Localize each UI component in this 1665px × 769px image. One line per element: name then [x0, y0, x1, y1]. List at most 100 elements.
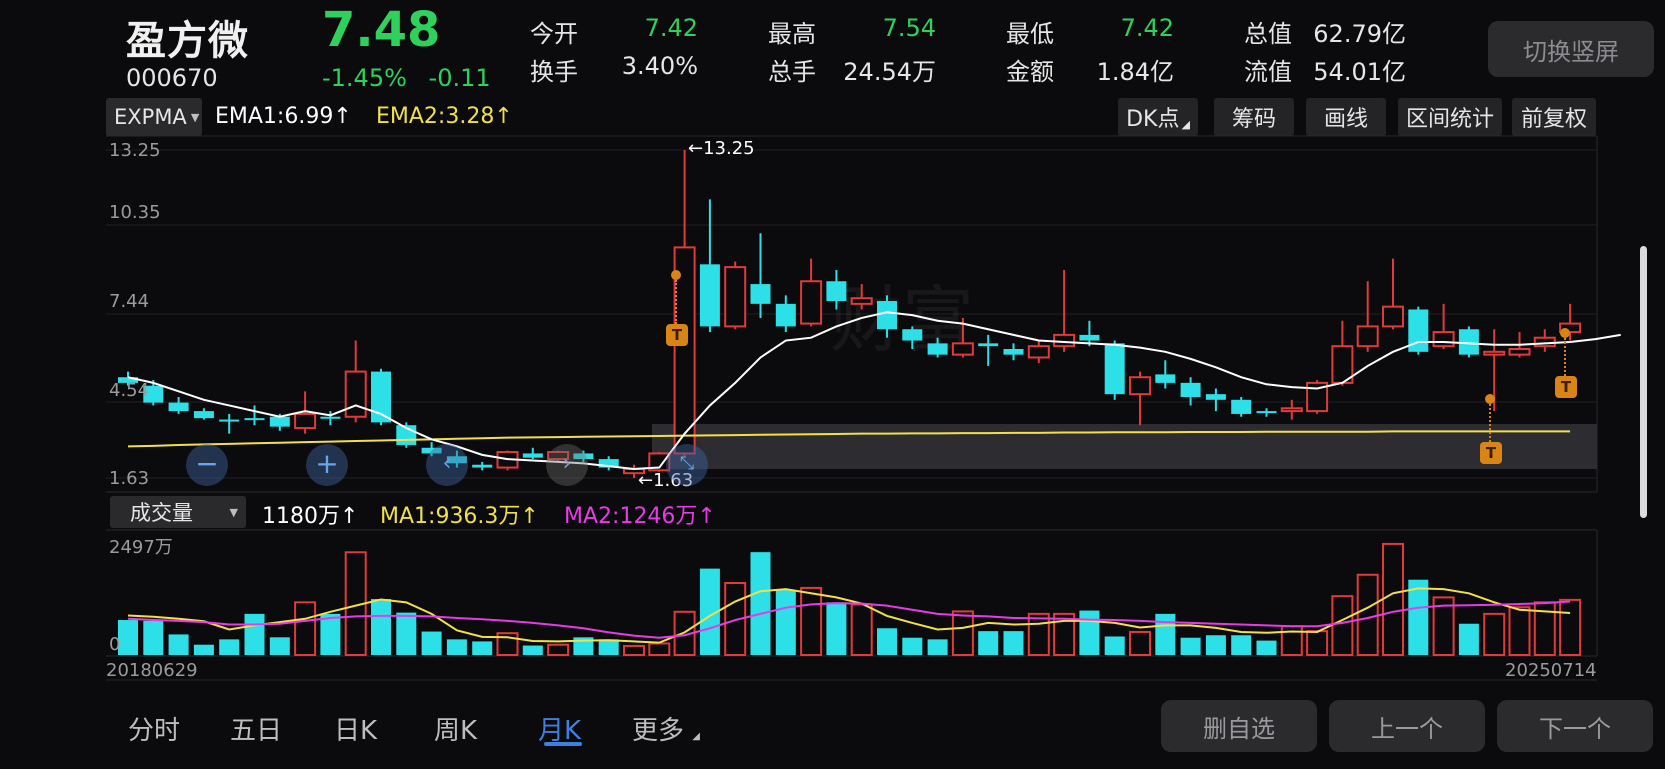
volume-indicator-selector[interactable]: 成交量 ▼ — [110, 496, 246, 528]
volume-bar — [1356, 573, 1379, 657]
next-button[interactable]: 下一个 — [1497, 700, 1653, 752]
candle-body — [850, 297, 873, 305]
vertical-scrollbar[interactable] — [1640, 246, 1647, 518]
t-signal-marker[interactable]: T — [666, 270, 688, 348]
ma2-line — [127, 600, 1571, 639]
candle-body — [1003, 349, 1024, 355]
candle — [1053, 269, 1076, 352]
remove-favorite-button[interactable]: 删自选 — [1161, 700, 1317, 752]
candle-body — [800, 280, 823, 325]
volume-bar — [547, 643, 570, 656]
candle — [1003, 343, 1024, 361]
volume-bar — [1331, 595, 1354, 657]
candle-body — [1432, 331, 1455, 348]
tab-intraday[interactable]: 分时 — [128, 710, 180, 747]
volume-bar — [421, 631, 442, 655]
volume-bar — [472, 641, 493, 655]
volume-bar — [1256, 640, 1277, 655]
scroll-left-icon[interactable]: ‹ — [426, 444, 468, 486]
volume-bar — [951, 610, 974, 656]
fullscreen-icon[interactable]: ⤡ — [666, 444, 708, 486]
ma1-legend: MA1:936.3万↑ — [380, 504, 539, 529]
candle-body — [927, 343, 948, 355]
candle-body — [1180, 382, 1201, 397]
candle — [344, 340, 367, 423]
candle-body — [1256, 411, 1277, 414]
previous-button[interactable]: 上一个 — [1329, 700, 1485, 752]
volume-bar — [1408, 579, 1429, 655]
candle — [775, 295, 796, 333]
candle-body — [1483, 350, 1506, 356]
start-date: 20180629 — [106, 660, 198, 681]
volume-bar — [269, 637, 290, 655]
candle — [1458, 326, 1479, 358]
volume-label: 成交量 — [130, 501, 193, 525]
candle-body — [902, 329, 923, 341]
volume-bar — [143, 620, 164, 655]
volume-bar — [371, 599, 391, 655]
volume-axis-max: 2497万 — [109, 537, 173, 558]
candle-body — [699, 264, 720, 327]
candle-body — [1382, 305, 1404, 328]
zoom-out-button[interactable]: − — [186, 444, 228, 486]
candle — [724, 261, 747, 330]
candle-body — [1458, 329, 1479, 355]
candle-body — [1155, 374, 1176, 383]
volume-bar — [168, 634, 189, 655]
t-icon: T — [1555, 376, 1577, 398]
price-axis-label: 1.63 — [109, 468, 150, 489]
volume-axis-min: 0 — [109, 634, 121, 655]
candle — [396, 422, 417, 448]
candle — [800, 258, 823, 327]
kline-chart[interactable]: 财富 — [0, 0, 1665, 769]
volume-bar — [623, 644, 645, 657]
ma1-line — [127, 587, 1571, 644]
candle-body — [1231, 399, 1252, 414]
scroll-right-icon[interactable]: › — [546, 444, 588, 486]
volume-legend: 1180万↑ — [262, 504, 359, 529]
candle — [522, 447, 543, 460]
candle-body — [750, 284, 771, 304]
candle-body — [1533, 336, 1556, 348]
volume-bar — [902, 637, 923, 655]
candle-body — [978, 343, 999, 347]
volume-bar — [522, 645, 543, 655]
tab-daily-k[interactable]: 日K — [334, 710, 377, 747]
volume-bar — [118, 620, 138, 655]
price-axis-label: 4.54 — [109, 380, 150, 401]
tab-five-day[interactable]: 五日 — [230, 710, 282, 747]
volume-bar — [446, 639, 467, 655]
candle-body — [294, 412, 317, 430]
candle — [1408, 306, 1429, 355]
active-tab-indicator — [544, 742, 582, 746]
candle — [168, 396, 189, 414]
candle-body — [877, 301, 897, 330]
candle — [1104, 340, 1125, 400]
candle-body — [1079, 334, 1100, 341]
candle-body — [168, 402, 189, 412]
volume-bar — [826, 602, 847, 655]
candle — [1382, 258, 1404, 330]
tab-more[interactable]: 更多 ◢ — [632, 710, 700, 747]
price-axis-label: 13.25 — [109, 140, 161, 161]
volume-bar — [396, 612, 417, 655]
zoom-in-button[interactable]: + — [306, 444, 348, 486]
t-signal-marker[interactable]: T — [1555, 328, 1577, 400]
volume-bar — [1079, 610, 1100, 655]
candle-body — [951, 342, 974, 356]
volume-bar — [1306, 630, 1329, 656]
t-icon: T — [666, 324, 688, 346]
tab-weekly-k[interactable]: 周K — [434, 710, 477, 747]
volume-bar — [1508, 606, 1531, 657]
candle — [978, 334, 999, 366]
more-label: 更多 — [632, 716, 685, 746]
t-signal-marker[interactable]: T — [1480, 394, 1502, 466]
high-marker: ←13.25 — [688, 138, 755, 159]
candle-body — [193, 411, 214, 419]
volume-bar — [1155, 613, 1176, 655]
candle — [1356, 281, 1379, 352]
candle — [1256, 408, 1277, 417]
volume-bar — [598, 639, 619, 655]
volume-bar — [1027, 612, 1050, 657]
volume-bar — [219, 639, 240, 655]
